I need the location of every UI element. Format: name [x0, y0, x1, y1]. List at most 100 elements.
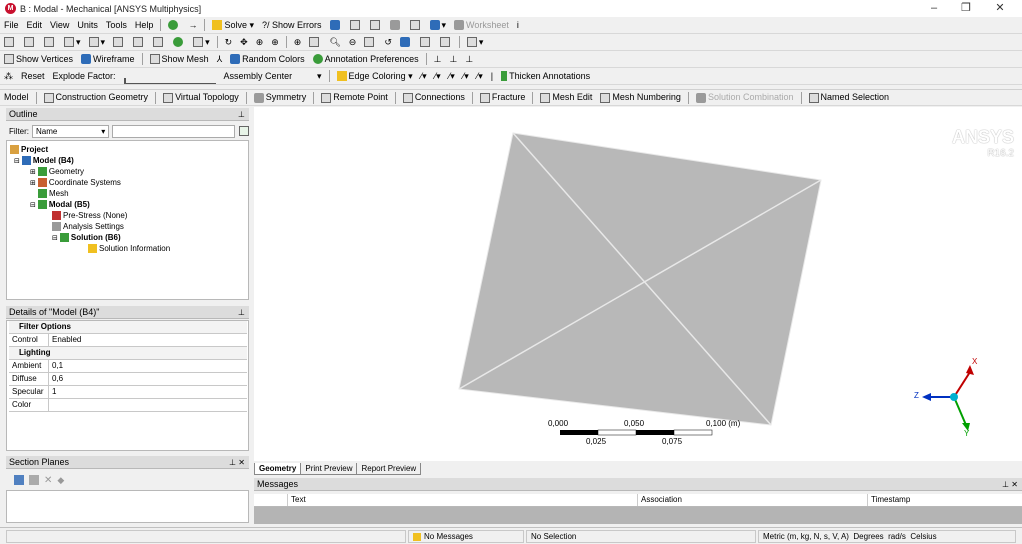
tree-item-modal[interactable]: ⊟ Modal (B5) [30, 199, 90, 210]
show-section-icon[interactable]: ◆ [57, 475, 64, 486]
tab-print-preview[interactable]: Print Preview [300, 463, 358, 475]
zoom-box-icon[interactable]: ⊕ [267, 35, 283, 50]
details-row-ambient[interactable]: Ambient 0,1 [9, 360, 247, 373]
details-row-color[interactable]: Color [9, 399, 247, 412]
pin-icon[interactable]: ⊥ [238, 108, 245, 121]
minimize-button[interactable]: – [918, 0, 950, 17]
details-category-lighting[interactable]: Lighting [9, 347, 247, 360]
previous-view-icon[interactable]: ↺ [380, 35, 396, 50]
axes-icon[interactable]: ⅄ [213, 52, 227, 67]
magnifier-minus-icon[interactable]: ⊖ [345, 35, 361, 50]
menu-units[interactable]: Units [73, 18, 102, 33]
select-vertex-icon[interactable] [20, 37, 40, 47]
construction-geometry-button[interactable]: Construction Geometry [40, 90, 153, 105]
label-icon[interactable] [436, 37, 456, 47]
maximize-button[interactable]: ❐ [950, 0, 982, 17]
edge-style-3-icon[interactable]: ⁄▾ [445, 69, 459, 84]
magnifier-icon[interactable]: 🔍︎ [325, 35, 344, 50]
delete-icon[interactable]: ✕ [44, 475, 52, 486]
zoom-fit-icon[interactable]: ⊕ [290, 35, 306, 50]
mesh-numbering-button[interactable]: Mesh Numbering [596, 90, 685, 105]
status-messages[interactable]: No Messages [408, 530, 524, 543]
menu-tools[interactable]: Tools [102, 18, 131, 33]
details-category-filter-options[interactable]: Filter Options [9, 321, 247, 334]
reset-button[interactable]: Reset [17, 69, 49, 84]
status-units[interactable]: Metric (m, kg, N, s, V, A) Degrees rad/s… [758, 530, 1016, 543]
edge-display-1-icon[interactable]: ⊥ [430, 52, 446, 67]
details-row-control[interactable]: Control Enabled [9, 334, 247, 347]
model-button[interactable]: Model [0, 90, 33, 105]
details-row-specular[interactable]: Specular 1 [9, 386, 247, 399]
iso-view-icon[interactable] [360, 37, 380, 47]
thin-annotation-icon[interactable]: | [487, 69, 497, 84]
tab-geometry[interactable]: Geometry [254, 463, 302, 475]
arrow-icon[interactable]: → [184, 18, 201, 33]
edge-coloring-button[interactable]: Edge Coloring ▾ [333, 69, 417, 84]
graphics-viewport[interactable]: ANSYS R16.2 0,000 0,050 0,100 (m) 0,025 … [254, 107, 1022, 461]
edge-style-1-icon[interactable]: ⁄▾ [417, 69, 431, 84]
select-edge-icon[interactable] [40, 37, 60, 47]
new-section-plane-icon[interactable] [14, 475, 24, 485]
pan-icon[interactable]: ✥ [236, 35, 252, 50]
select-mode-icon[interactable]: ▾ [60, 35, 85, 50]
show-mesh-button[interactable]: Show Mesh [146, 52, 213, 67]
solve-button[interactable]: Solve ▾ [208, 18, 258, 33]
fracture-button[interactable]: Fracture [476, 90, 530, 105]
symmetry-button[interactable]: Symmetry [250, 90, 311, 105]
annotation-preferences-button[interactable]: Annotation Preferences [309, 52, 423, 67]
select-face-icon[interactable] [109, 37, 129, 47]
tree-item-solution-information[interactable]: Solution Information [88, 243, 170, 254]
thicken-annotations-button[interactable]: Thicken Annotations [497, 69, 594, 84]
column-association[interactable]: Association [638, 494, 868, 506]
show-vertices-button[interactable]: Show Vertices [0, 52, 77, 67]
random-colors-button[interactable]: Random Colors [226, 52, 309, 67]
edge-display-2-icon[interactable]: ⊥ [446, 52, 462, 67]
info-icon[interactable]: i [513, 18, 523, 33]
edge-style-4-icon[interactable]: ⁄▾ [459, 69, 473, 84]
column-text[interactable]: Text [288, 494, 638, 506]
pin-icon[interactable]: ⊥ [238, 306, 245, 319]
next-view-icon[interactable] [396, 37, 416, 47]
menu-file[interactable]: File [0, 18, 23, 33]
assembly-center-dropdown[interactable]: Assembly Center ▾ [220, 69, 326, 84]
tab-report-preview[interactable]: Report Preview [356, 463, 422, 475]
wireframe-button[interactable]: Wireframe [77, 52, 139, 67]
edge-style-2-icon[interactable]: ⁄▾ [431, 69, 445, 84]
close-button[interactable]: ✕ [984, 0, 1016, 17]
select-element-icon[interactable] [169, 37, 189, 47]
connections-button[interactable]: Connections [399, 90, 469, 105]
menu-help[interactable]: Help [131, 18, 158, 33]
remote-point-button[interactable]: Remote Point [317, 90, 392, 105]
tree-item-solution[interactable]: ⊟ Solution (B6) [52, 232, 121, 243]
tree-item-pre-stress[interactable]: Pre-Stress (None) [52, 210, 127, 221]
pin-icon[interactable] [386, 20, 406, 30]
annotation-icon[interactable] [406, 20, 426, 30]
explode-icon[interactable]: ⁂ [0, 69, 17, 84]
select-point-icon[interactable] [0, 37, 20, 47]
table-icon[interactable] [326, 20, 346, 30]
select-cursor-icon[interactable]: ▾ [85, 35, 110, 50]
zoom-to-fit-icon[interactable] [305, 37, 325, 47]
column-timestamp[interactable]: Timestamp [868, 494, 1018, 506]
filter-dropdown[interactable]: Name ▾ [32, 124, 110, 138]
solution-combination-button[interactable]: Solution Combination [692, 90, 798, 105]
tree-item-geometry[interactable]: ⊞ Geometry [30, 166, 84, 177]
edit-section-plane-icon[interactable] [29, 475, 39, 485]
filter-search-input[interactable] [112, 124, 236, 138]
extend-icon[interactable]: ▾ [189, 35, 214, 50]
rotate-icon[interactable]: ↻ [221, 35, 237, 50]
select-body-icon[interactable] [129, 37, 149, 47]
filter-apply-icon[interactable] [239, 126, 249, 136]
edge-style-5-icon[interactable]: ⁄▾ [473, 69, 487, 84]
details-row-diffuse[interactable]: Diffuse 0,6 [9, 373, 247, 386]
pin-close-icon[interactable]: ⊥ ✕ [229, 456, 245, 469]
show-errors-button[interactable]: ?/ Show Errors [258, 18, 326, 33]
print-icon[interactable] [416, 37, 436, 47]
edge-display-3-icon[interactable]: ⊥ [461, 52, 477, 67]
tree-item-model[interactable]: ⊟ Model (B4) [14, 155, 74, 166]
zoom-icon[interactable]: ⊕ [252, 35, 268, 50]
tree-item-project[interactable]: Project [10, 144, 48, 155]
window-icon[interactable]: ▾ [463, 35, 488, 50]
menu-view[interactable]: View [46, 18, 73, 33]
named-selection-button[interactable]: Named Selection [805, 90, 894, 105]
